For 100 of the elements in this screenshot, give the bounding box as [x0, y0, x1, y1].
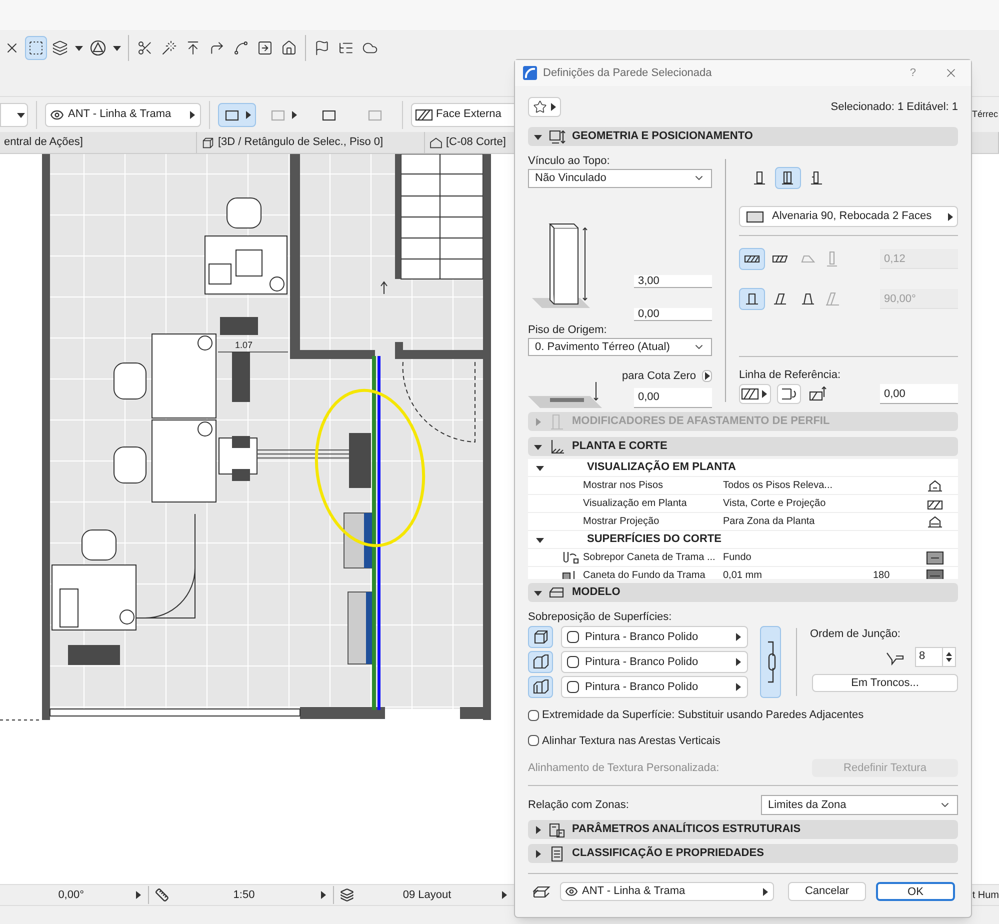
join-order-stepper[interactable]: 8: [915, 646, 956, 666]
group-header[interactable]: SUPERFÍCIES DO CORTE: [528, 531, 958, 549]
caret-right-icon: [534, 418, 542, 426]
caret-right-icon: [534, 826, 542, 834]
cube-icon: [201, 136, 215, 150]
caret-right-icon: [703, 372, 711, 380]
flip-button[interactable]: [777, 384, 801, 404]
field-label: Relação com Zonas:: [528, 798, 629, 813]
zone-relation-dropdown[interactable]: Limites da Zona: [761, 795, 958, 815]
property-label: Mostrar Projeção: [583, 515, 660, 529]
view-tab[interactable]: entral de Ações]: [0, 132, 197, 153]
curve-icon: [233, 40, 249, 56]
property-label: Sobrepor Caneta de Trama ...: [583, 551, 716, 565]
zero-reference-button[interactable]: para Cota Zero: [622, 368, 712, 384]
caret-right-icon: [734, 633, 742, 641]
trunks-button[interactable]: Em Troncos...: [812, 674, 958, 692]
property-value[interactable]: Fundo: [723, 550, 873, 565]
group-header[interactable]: VISUALIZAÇÃO EM PLANTA: [528, 459, 958, 477]
surface-dropdown[interactable]: Pintura - Branco Polido: [561, 626, 748, 648]
caret-right-icon: [188, 110, 196, 118]
zero-offset-field[interactable]: 0,00: [634, 388, 712, 408]
option-checkbox[interactable]: Extremidade da Superfície: Substituir usando Paredes Adjacentes: [528, 707, 958, 724]
shape-option[interactable]: [739, 288, 765, 310]
view-tab[interactable]: [3D / Retângulo de Selec., Piso 0]: [197, 132, 425, 153]
layer-dropdown[interactable]: ANT - Linha & Trama: [45, 102, 201, 126]
caret-right-icon: [760, 390, 768, 398]
section-header[interactable]: GEOMETRIA E POSICIONAMENTO: [528, 127, 958, 146]
ref-offset-field[interactable]: 0,00: [880, 384, 958, 404]
section-icon: [548, 412, 566, 430]
caret-down-icon: [534, 442, 542, 450]
dimension-label: 1.07: [235, 340, 253, 350]
layers-icon: [340, 888, 354, 902]
caret-right-icon: [534, 850, 542, 858]
method-button[interactable]: [218, 102, 256, 126]
height-field[interactable]: 3,00: [634, 274, 712, 288]
toolbar-button[interactable]: [25, 36, 47, 60]
arrow-up-line-icon: [185, 40, 201, 56]
eye-icon: [50, 108, 64, 122]
link-surfaces-button[interactable]: [760, 626, 781, 698]
property-value[interactable]: Vista, Corte e Projeção: [723, 496, 873, 511]
surface-dropdown[interactable]: Pintura - Branco Polido: [561, 651, 748, 673]
cloud-icon: [362, 40, 378, 56]
house-outline-icon: [429, 136, 443, 150]
caret-down-icon: [534, 132, 542, 140]
property-label: Caneta do Fundo da Trama: [583, 569, 706, 579]
marquee-icon: [28, 40, 44, 56]
property-value[interactable]: Para Zona da Planta: [723, 514, 873, 529]
favorites-button[interactable]: [528, 97, 561, 117]
layer-dropdown[interactable]: ANT - Linha & Trama: [560, 882, 774, 901]
section-header[interactable]: CLASSIFICAÇÃO E PROPRIEDADES: [528, 844, 958, 863]
section-icon: [548, 128, 566, 146]
property-value[interactable]: Todos os Pisos Releva...: [723, 478, 873, 493]
home-story-dropdown[interactable]: 0. Pavimento Térreo (Atual): [528, 338, 712, 356]
surface-side-button[interactable]: [528, 626, 553, 648]
field-label: Ordem de Junção:: [810, 627, 900, 642]
ruler-icon: [155, 888, 169, 902]
section-icon: [548, 820, 566, 838]
toolbar-label: Térrec: [972, 108, 999, 121]
field-label: Alinhamento de Textura Personalizada:: [528, 760, 720, 776]
section-header[interactable]: MODELO: [528, 583, 958, 602]
slant-angle-icon: [823, 290, 841, 308]
surface-side-button[interactable]: [528, 676, 553, 698]
scale-readout[interactable]: 1:50: [149, 886, 333, 904]
caret-right-icon: [946, 212, 954, 220]
ok-button[interactable]: OK: [876, 882, 955, 901]
caret-right-icon: [290, 110, 298, 118]
caret-right-icon: [318, 891, 327, 899]
reference-line-button[interactable]: [739, 384, 771, 404]
cube-icon: [532, 653, 550, 671]
property-value[interactable]: 0,01 mm: [723, 568, 873, 579]
caret-down-icon: [536, 464, 544, 472]
close-icon[interactable]: [944, 66, 958, 80]
star-icon: [532, 100, 546, 114]
option-checkbox[interactable]: Alinhar Textura nas Arestas Verticais: [528, 732, 958, 749]
field-label: Vínculo ao Topo:: [528, 154, 611, 167]
cancel-button[interactable]: Cancelar: [788, 882, 866, 901]
field-label: Linha de Referência:: [739, 368, 842, 381]
surface-dropdown[interactable]: Pintura - Branco Polido: [561, 676, 748, 698]
list-icon: [338, 40, 354, 56]
cube-icon: [532, 628, 550, 646]
caret-down-icon: [534, 588, 542, 596]
down-arrow-icon: [946, 658, 952, 662]
shape-dropdown[interactable]: [0, 102, 28, 126]
composite-dropdown[interactable]: Alvenaria 90, Rebocada 2 Faces: [739, 206, 958, 227]
top-link-dropdown[interactable]: Não Vinculado: [528, 169, 712, 188]
cube-icon: [532, 678, 550, 696]
surface-side-button[interactable]: [528, 651, 553, 673]
property-label: Mostrar nos Pisos: [583, 479, 664, 493]
section-header[interactable]: PARÂMETROS ANALÍTICOS ESTRUTURAIS: [528, 820, 958, 839]
status-text: t Hum: [972, 888, 999, 902]
caret-down-icon: [536, 536, 544, 544]
scissors-icon: [137, 40, 153, 56]
angle-readout[interactable]: 0,00°: [0, 886, 148, 904]
base-offset-field[interactable]: 0,00: [634, 308, 712, 320]
layer-combo-readout[interactable]: 09 Layout: [334, 886, 514, 904]
structure-option[interactable]: [739, 248, 765, 270]
caret-right-icon: [734, 658, 742, 666]
section-header[interactable]: PLANTA E CORTE: [528, 437, 958, 456]
offset-icon: [807, 385, 829, 403]
position-option[interactable]: [775, 167, 801, 189]
